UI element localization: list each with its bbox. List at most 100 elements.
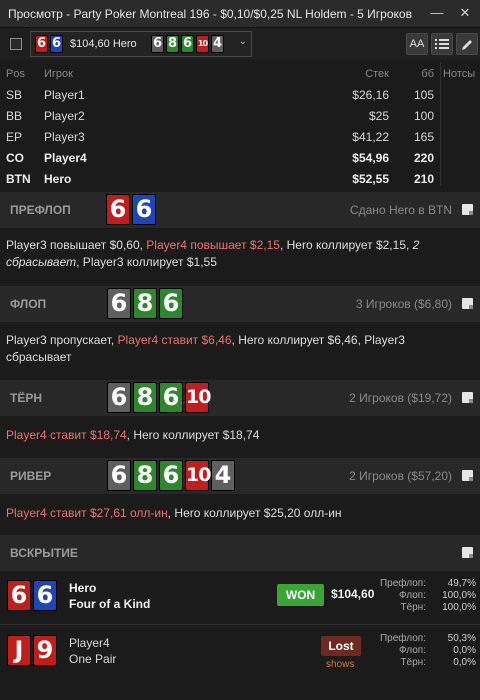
select-hand-checkbox[interactable] [10,38,22,50]
player-row[interactable]: EP Player3 $41,22 165 [0,130,480,151]
equity-label-preflop: Префлоп: [379,578,426,589]
equity-preflop: 49,7% [447,578,476,589]
equity-flop: 100,0% [442,590,476,601]
equity-turn: 100,0% [442,602,476,613]
close-button[interactable]: ✕ [456,4,474,22]
showdown-row-player4: J9 Player4 One Pair Lost shows Префлоп: … [0,627,480,679]
street-info: 3 Игроков ($6,80) [355,297,452,311]
player-name: Player4 [44,151,87,165]
street-name: РИВЕР [10,469,52,483]
note-icon[interactable] [462,392,473,403]
showdown-header: ВСКРЫТИЕ [0,535,480,571]
playing-card: 10 [185,382,211,413]
lost-badge: Lost [321,636,361,656]
street-info: Сдано Hero в BTN [349,203,452,217]
player-stack: $25 [368,109,389,123]
preflop-actions: Player3 повышает $0,60, Player4 повышает… [6,237,472,271]
player-bb: 210 [413,172,434,186]
turn-header: ТЁРН 6 8 6 10 2 Игроков ($19,72) [0,380,480,416]
playing-card: 8 [166,35,179,53]
minimize-button[interactable]: — [428,4,446,22]
dropdown-hand-amount: $104,60 Hero [70,38,137,50]
font-size-button[interactable]: AA [406,33,428,55]
header-pos: Pos [6,68,25,80]
playing-card: 6 [159,460,183,491]
hand-selector-dropdown[interactable]: 66 $104,60 Hero 6 8 6 10 4 ⌄ [30,31,252,57]
turn-actions: Player4 ставит $18,74, Hero коллирует $1… [6,427,472,444]
playing-card: 6 [151,35,164,53]
player-pos: BB [6,109,23,123]
action-text-highlight: Player4 повышает $2,15 [146,238,280,252]
street-info: 2 Игроков ($57,20) [349,469,452,483]
edit-button[interactable] [456,33,478,55]
action-text-highlight: Player4 ставит $6,46 [117,333,232,347]
street-info: 2 Игроков ($19,72) [349,391,452,405]
list-view-button[interactable] [431,33,453,55]
player-name: Hero [44,172,72,186]
player-bb: 105 [413,88,434,102]
player-row[interactable]: BB Player2 $25 100 [0,109,480,130]
action-text: , Hero коллирует $25,20 олл-ин [167,506,342,520]
street-name: ТЁРН [10,391,43,405]
window-titlebar: Просмотр - Party Poker Montreal 196 - $0… [0,0,480,28]
player-stack: $54,96 [352,151,389,165]
playing-card: 6 [181,35,194,53]
action-text: , Player3 коллирует $1,55 [76,255,217,269]
playing-card: 8 [133,288,157,319]
equity-turn: 0,0% [453,657,476,668]
playing-card: 10 [185,460,211,491]
playing-card: 4 [211,35,224,53]
action-text-highlight: Player4 ставит $18,74 [6,428,127,442]
header-bb: бб [421,68,434,80]
player-stack: $41,22 [352,130,389,144]
river-header: РИВЕР 6 8 6 10 4 2 Игроков ($57,20) [0,458,480,494]
equity-label-preflop: Префлоп: [379,633,426,644]
note-icon[interactable] [462,547,473,558]
note-icon[interactable] [462,204,473,215]
player-row[interactable]: CO Player4 $54,96 220 [0,151,480,172]
player-name: Player3 [44,130,85,144]
equity-label-flop: Флоп: [399,645,426,656]
player-pos: CO [6,151,24,165]
equity-label-flop: Флоп: [399,590,426,601]
street-name: ВСКРЫТИЕ [10,546,78,560]
showdown-player-name: Hero [69,581,97,595]
player-bb: 220 [413,151,434,165]
flop-header: ФЛОП 686 3 Игроков ($6,80) [0,286,480,322]
playing-card: 10 [196,35,209,53]
chevron-down-icon: ⌄ [238,36,247,47]
playing-card: 6 [132,194,156,225]
action-text: , Hero коллирует $18,74 [126,428,260,442]
street-name: ПРЕФЛОП [10,203,71,217]
player-name: Player1 [44,88,85,102]
playing-card: 9 [33,635,57,666]
action-text: , Hero коллирует $2,15, [279,238,413,252]
note-icon[interactable] [462,470,473,481]
shows-label: shows [326,659,355,670]
won-badge: WON [277,584,324,606]
player-row[interactable]: SB Player1 $26,16 105 [0,88,480,109]
street-name: ФЛОП [10,297,47,311]
player-row[interactable]: BTN Hero $52,55 210 [0,172,480,193]
equity-preflop: 50,3% [447,633,476,644]
header-stack: Стек [365,68,389,80]
note-icon[interactable] [462,298,473,309]
players-table-header: Pos Игрок Стек бб Нотсы [0,62,480,84]
showdown-hand-rank: Four of a Kind [69,597,151,611]
playing-card: 4 [211,460,235,491]
won-amount: $104,60 [331,587,375,601]
playing-card: 6 [50,35,63,53]
player-bb: 100 [413,109,434,123]
showdown-player-name: Player4 [69,636,110,650]
action-text: Player3 повышает $0,60, [6,238,147,252]
pencil-icon [461,40,472,50]
playing-card: 6 [107,288,131,319]
playing-card: 8 [133,382,157,413]
player-pos: EP [6,130,23,144]
playing-card: 6 [107,460,131,491]
playing-card: J [7,635,31,666]
player-bb: 165 [413,130,434,144]
playing-card: 6 [7,580,31,611]
preflop-header: ПРЕФЛОП 66 Сдано Hero в BTN [0,192,480,228]
playing-card: 6 [159,288,183,319]
